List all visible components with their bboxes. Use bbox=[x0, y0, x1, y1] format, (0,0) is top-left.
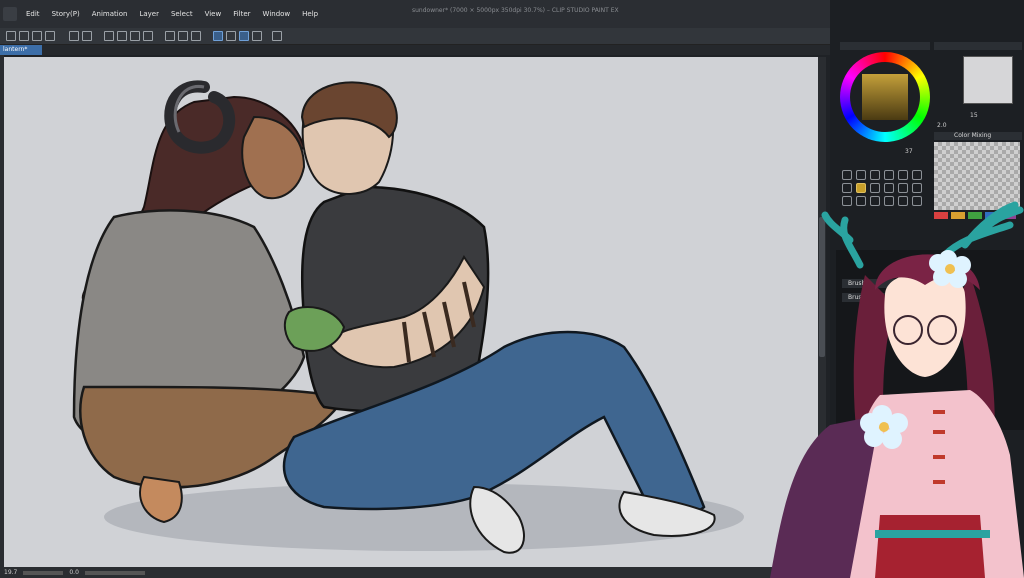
selection-icon[interactable] bbox=[191, 31, 201, 41]
avatar-sash bbox=[875, 530, 990, 538]
save-icon[interactable] bbox=[32, 31, 42, 41]
menu-help[interactable]: Help bbox=[296, 10, 324, 18]
color-mixing-header: Color Mixing bbox=[934, 132, 1022, 140]
avatar-face bbox=[884, 272, 966, 377]
drawing-canvas[interactable] bbox=[4, 57, 818, 567]
menu-animation[interactable]: Animation bbox=[86, 10, 134, 18]
navigator-thumbnail[interactable] bbox=[963, 56, 1013, 104]
snap-grid-icon[interactable] bbox=[226, 31, 236, 41]
redo-icon[interactable] bbox=[82, 31, 92, 41]
app-icon bbox=[3, 7, 17, 21]
tool-brush-icon[interactable] bbox=[856, 183, 866, 193]
undo-icon[interactable] bbox=[69, 31, 79, 41]
settings-icon[interactable] bbox=[104, 31, 114, 41]
document-tab-label: lantern* bbox=[3, 46, 28, 53]
left-antler bbox=[821, 211, 864, 269]
clear-icon[interactable] bbox=[117, 31, 127, 41]
color-value-readout: 37 bbox=[905, 148, 913, 155]
tool-move-icon[interactable] bbox=[856, 170, 866, 180]
document-tab[interactable]: lantern* bbox=[0, 45, 42, 55]
color-wheel[interactable] bbox=[840, 52, 930, 142]
color-wheel-header bbox=[840, 42, 930, 50]
tool-eyedropper-icon[interactable] bbox=[912, 170, 922, 180]
clip-studio-window: Edit Story(P) Animation Layer Select Vie… bbox=[0, 0, 1024, 578]
menu-story[interactable]: Story(P) bbox=[46, 10, 86, 18]
rotate-slider[interactable] bbox=[84, 570, 145, 575]
deselect-icon[interactable] bbox=[165, 31, 175, 41]
tool-blend-icon[interactable] bbox=[912, 183, 922, 193]
right-antler bbox=[941, 201, 1024, 259]
color-mixing-label: Color Mixing bbox=[954, 132, 992, 139]
tool-zoom-icon[interactable] bbox=[842, 170, 852, 180]
navigator-rotation[interactable]: 2.0 bbox=[937, 122, 947, 129]
transform-icon[interactable] bbox=[143, 31, 153, 41]
tool-operation-icon[interactable] bbox=[870, 170, 880, 180]
menu-filter[interactable]: Filter bbox=[227, 10, 256, 18]
artwork bbox=[72, 80, 744, 554]
fill-icon[interactable] bbox=[130, 31, 140, 41]
tool-select-icon[interactable] bbox=[884, 170, 894, 180]
menu-select[interactable]: Select bbox=[165, 10, 199, 18]
avatar-skirt bbox=[875, 515, 985, 578]
menu-view[interactable]: View bbox=[199, 10, 228, 18]
zoom-slider[interactable] bbox=[23, 570, 64, 575]
menu-bar: Edit Story(P) Animation Layer Select Vie… bbox=[0, 0, 830, 28]
tool-wand-icon[interactable] bbox=[898, 170, 908, 180]
tool-eraser-icon[interactable] bbox=[898, 183, 908, 193]
menu-window[interactable]: Window bbox=[257, 10, 297, 18]
color-value-square[interactable] bbox=[862, 74, 908, 120]
tool-pen-icon[interactable] bbox=[842, 183, 852, 193]
menu-layer[interactable]: Layer bbox=[133, 10, 165, 18]
window-icon[interactable] bbox=[272, 31, 282, 41]
new-icon[interactable] bbox=[6, 31, 16, 41]
zoom-value[interactable]: 19.7 bbox=[4, 569, 17, 576]
navigator-zoom[interactable]: 15 bbox=[970, 112, 978, 119]
invert-icon[interactable] bbox=[178, 31, 188, 41]
snap-ruler-icon[interactable] bbox=[213, 31, 223, 41]
tab-row: lantern* bbox=[0, 45, 830, 55]
hair-flower bbox=[929, 250, 971, 288]
command-bar bbox=[0, 28, 830, 45]
tool-decoration-icon[interactable] bbox=[884, 183, 894, 193]
tool-airbrush-icon[interactable] bbox=[870, 183, 880, 193]
coords-value: 0.0 bbox=[69, 569, 79, 576]
open-icon[interactable] bbox=[19, 31, 29, 41]
window-title: sundowner* (7000 × 5000px 350dpi 30.7%) … bbox=[412, 7, 619, 14]
vtuber-avatar bbox=[770, 201, 1024, 578]
snap-special-icon[interactable] bbox=[239, 31, 249, 41]
menu-edit[interactable]: Edit bbox=[20, 10, 46, 18]
snap-line-icon[interactable] bbox=[252, 31, 262, 41]
navigator-header bbox=[934, 42, 1022, 50]
export-icon[interactable] bbox=[45, 31, 55, 41]
status-bar: 19.7 0.0 bbox=[0, 567, 830, 578]
